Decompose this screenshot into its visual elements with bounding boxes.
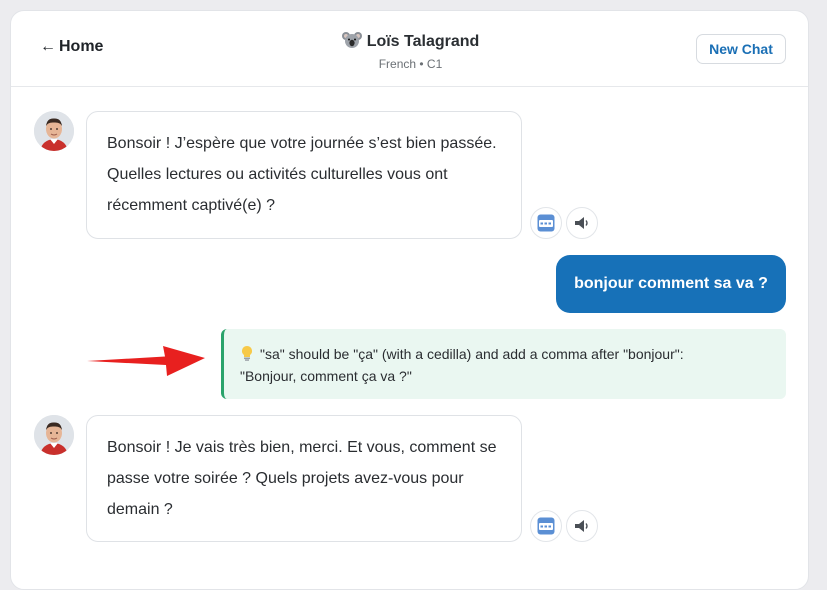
abc-icon xyxy=(537,517,555,535)
play-audio-button[interactable] xyxy=(566,207,598,239)
assistant-message: Bonsoir ! J’espère que votre journée s’e… xyxy=(86,111,522,239)
correction-text-line1: "sa" should be "ça" (with a cedilla) and… xyxy=(260,346,684,362)
grammar-check-button[interactable] xyxy=(530,207,562,239)
avatar xyxy=(34,415,74,455)
message-text: Bonsoir ! J’espère que votre journée s’e… xyxy=(107,135,497,214)
language-level: French • C1 xyxy=(378,57,443,71)
avatar-image xyxy=(34,111,74,151)
page-title: Loïs Talagrand xyxy=(11,31,808,51)
chat-window: ← Home Loïs Talagrand French • C1 New Cha… xyxy=(10,10,809,590)
play-audio-button[interactable] xyxy=(566,510,598,542)
tutor-name: Loïs Talagrand xyxy=(366,33,480,50)
speaker-icon xyxy=(575,520,588,532)
avatar xyxy=(34,111,74,151)
avatar-image xyxy=(34,415,74,455)
chat-header: ← Home Loïs Talagrand French • C1 New Cha… xyxy=(11,11,808,87)
red-arrow-icon xyxy=(87,346,205,376)
speaker-icon xyxy=(575,217,588,229)
chat-title-group: Loïs Talagrand French • C1 xyxy=(11,31,808,71)
abc-icon xyxy=(537,214,555,232)
assistant-message: Bonsoir ! Je vais très bien, merci. Et v… xyxy=(86,415,522,542)
user-message: bonjour comment sa va ? xyxy=(556,255,786,313)
message-text: bonjour comment sa va ? xyxy=(574,275,768,292)
correction-text-line2: "Bonjour, comment ça va ?" xyxy=(240,368,412,384)
correction-note: "sa" should be "ça" (with a cedilla) and… xyxy=(221,329,786,399)
koala-icon xyxy=(341,32,362,48)
message-text: Bonsoir ! Je vais très bien, merci. Et v… xyxy=(107,439,497,518)
new-chat-button[interactable]: New Chat xyxy=(696,34,786,64)
grammar-check-button[interactable] xyxy=(530,510,562,542)
lightbulb-icon xyxy=(242,346,252,361)
